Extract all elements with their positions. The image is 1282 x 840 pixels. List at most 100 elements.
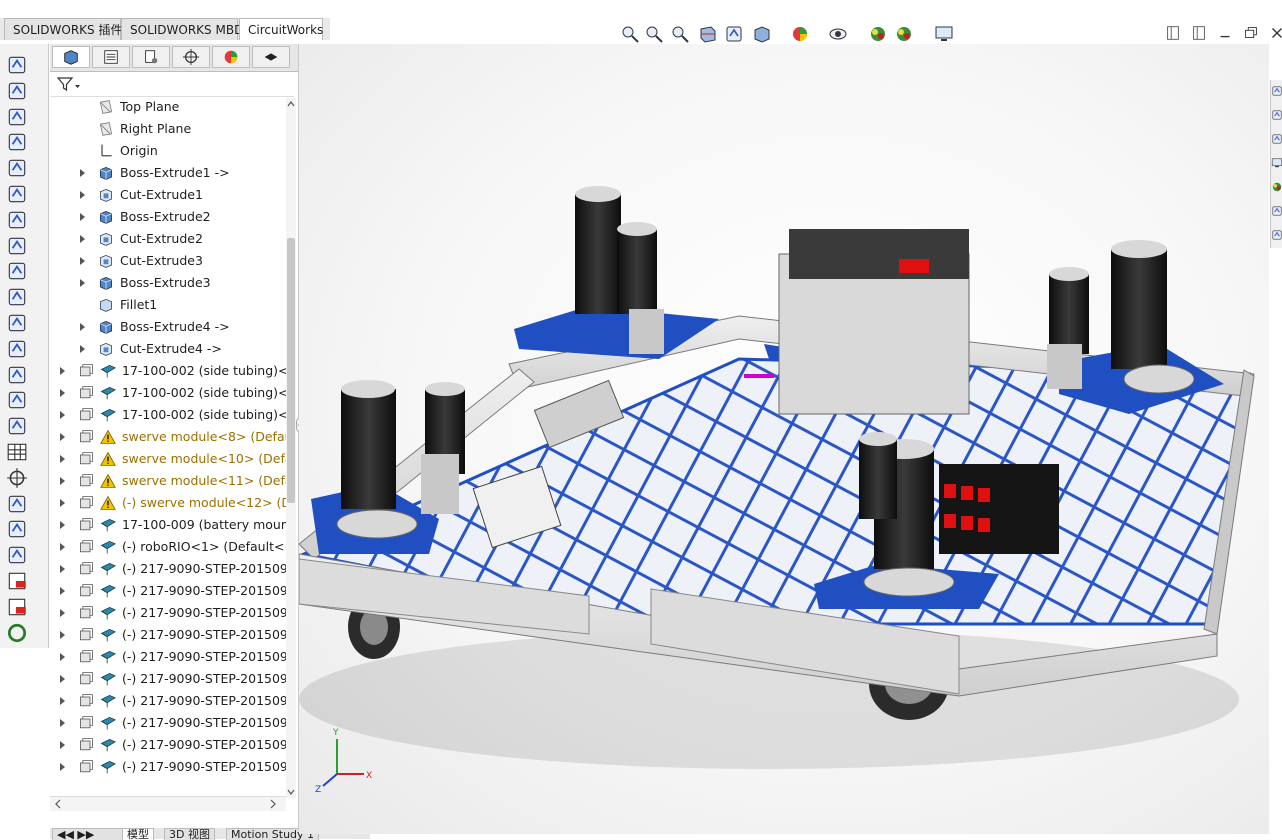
apply-scene-icon[interactable] [894,24,914,44]
restore-icon[interactable] [1242,24,1260,45]
display-style-icon[interactable] [790,24,810,44]
datum-feature-icon[interactable] [6,260,30,282]
hole-callout-icon[interactable] [6,209,30,231]
expand-arrow-icon[interactable] [60,631,65,639]
expand-arrow-icon[interactable] [60,763,65,771]
expand-arrow-icon[interactable] [80,257,85,265]
scroll-thumb[interactable] [287,238,295,503]
expand-arrow-icon[interactable] [60,521,65,529]
solidworks-resources-icon[interactable] [1271,82,1282,103]
view-orientation-icon[interactable] [752,24,772,44]
expand-arrow-icon[interactable] [60,741,65,749]
table-icon[interactable] [6,441,30,463]
surface-finish-icon[interactable] [6,157,30,179]
robot-chassis-model[interactable]: Y X Z [298,44,1269,834]
design-library-icon[interactable] [1271,106,1282,127]
dimxpert-manager-icon[interactable] [172,46,210,68]
tree-vertical-scrollbar[interactable] [286,98,296,798]
pmi-3d-view-icon[interactable] [6,570,30,592]
tree-item[interactable]: (-) 217-9090-STEP-2015092 [50,602,286,624]
expand-arrow-icon[interactable] [60,675,65,683]
expand-arrow-icon[interactable] [80,213,85,221]
expand-arrow-icon[interactable] [60,719,65,727]
tree-item[interactable]: 17-100-002 (side tubing)<2 [50,360,286,382]
center-mark-icon[interactable] [6,338,30,360]
expand-arrow-icon[interactable] [60,587,65,595]
tab-navigation-arrows[interactable]: ◀◀ ▶▶ [52,828,126,840]
scroll-down-icon[interactable] [286,786,296,798]
display-manager-icon[interactable] [212,46,250,68]
expand-arrow-icon[interactable] [60,455,65,463]
cam-manager-icon[interactable] [252,46,290,68]
expand-arrow-icon[interactable] [60,477,65,485]
close-icon[interactable] [1268,24,1282,45]
tree-item[interactable]: Cut-Extrude2 [50,228,286,250]
tree-item[interactable]: Boss-Extrude3 [50,272,286,294]
geometric-tolerance-icon[interactable] [6,235,30,257]
tab-solidworks-addins[interactable]: SOLIDWORKS 插件 [4,18,122,40]
tree-item[interactable]: Cut-Extrude4 -> [50,338,286,360]
tree-item[interactable]: swerve module<10> (Defau [50,448,286,470]
tree-item[interactable]: (-) 217-9090-STEP-2015092 [50,558,286,580]
panel-right-icon[interactable] [1190,24,1208,45]
expand-arrow-icon[interactable] [60,543,65,551]
configuration-manager-icon[interactable] [132,46,170,68]
graphics-viewport[interactable]: Y X Z [298,44,1269,834]
tree-item[interactable]: (-) 217-9090-STEP-2015092 [50,580,286,602]
expand-arrow-icon[interactable] [60,697,65,705]
weld-symbol-icon[interactable] [6,183,30,205]
tree-item[interactable]: (-) 217-9090-STEP-2015092 [50,668,286,690]
tree-item[interactable]: (-) 217-9090-STEP-2015092 [50,712,286,734]
forum-icon[interactable] [1271,226,1282,247]
datum-target-icon[interactable] [6,286,30,308]
expand-arrow-icon[interactable] [80,323,85,331]
tab-solidworks-mbd[interactable]: SOLIDWORKS MBD [121,18,243,40]
expand-arrow-icon[interactable] [60,499,65,507]
show-tolerance-status-icon[interactable] [6,518,30,540]
hide-show-items-icon[interactable] [828,24,848,44]
expand-arrow-icon[interactable] [80,235,85,243]
scroll-left-icon[interactable] [53,798,63,810]
tab-circuitworks[interactable]: CircuitWorks [239,18,323,40]
edrawings-publish-icon[interactable] [6,622,30,644]
centerline-icon[interactable] [6,364,30,386]
tree-item[interactable]: (-) 217-9090-STEP-2015092 [50,690,286,712]
minimize-icon[interactable] [1216,24,1234,45]
tree-item[interactable]: 17-100-002 (side tubing)<8 [50,404,286,426]
panel-left-icon[interactable] [1164,24,1182,45]
publish-3d-pdf-icon[interactable] [6,596,30,618]
expand-arrow-icon[interactable] [60,367,65,375]
expand-arrow-icon[interactable] [80,169,85,177]
expand-arrow-icon[interactable] [60,609,65,617]
tree-item[interactable]: Right Plane [50,118,286,140]
note-icon[interactable] [6,80,30,102]
blocks-icon[interactable] [6,312,30,334]
zoom-to-area-icon[interactable] [644,24,664,44]
expand-arrow-icon[interactable] [60,433,65,441]
tree-item[interactable]: (-) 217-9090-STEP-2015092 [50,646,286,668]
custom-properties-icon[interactable] [1271,202,1282,223]
expand-arrow-icon[interactable] [80,345,85,353]
tree-item[interactable]: Cut-Extrude3 [50,250,286,272]
scroll-right-icon[interactable] [268,798,278,810]
property-manager-icon[interactable] [92,46,130,68]
tree-horizontal-scrollbar[interactable] [50,796,286,811]
dynamic-annotation-icon[interactable] [724,24,744,44]
expand-arrow-icon[interactable] [60,411,65,419]
feature-manager-icon[interactable] [52,46,90,68]
expand-arrow-icon[interactable] [60,565,65,573]
tree-item[interactable]: (-) 217-9090-STEP-2015092 [50,624,286,646]
expand-arrow-icon[interactable] [80,191,85,199]
revision-cloud-icon[interactable] [6,415,30,437]
scroll-up-icon[interactable] [286,98,296,110]
tree-item[interactable]: 17-100-009 (battery mount) [50,514,286,536]
tree-item[interactable]: 17-100-002 (side tubing)<6 [50,382,286,404]
tree-item[interactable]: Cut-Extrude1 [50,184,286,206]
expand-arrow-icon[interactable] [80,279,85,287]
expand-arrow-icon[interactable] [60,653,65,661]
section-view-icon[interactable] [698,24,718,44]
tree-item[interactable]: (-) 217-9090-STEP-2015092 [50,734,286,756]
edit-appearance-icon[interactable] [868,24,888,44]
tree-item[interactable]: Origin [50,140,286,162]
balloon-icon[interactable] [6,106,30,128]
